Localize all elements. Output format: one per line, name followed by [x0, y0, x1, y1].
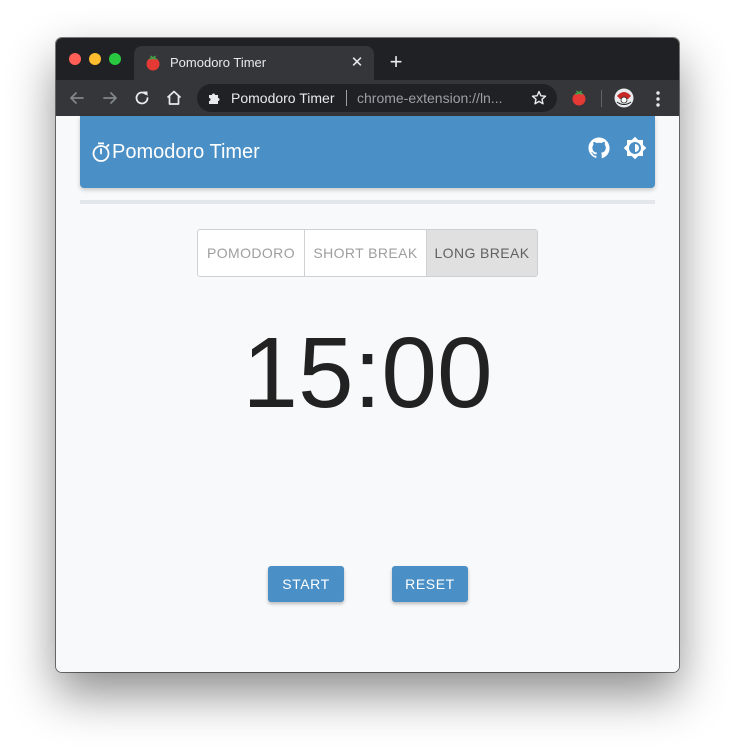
mode-long-break-button[interactable]: LONG BREAK: [426, 230, 537, 276]
avatar[interactable]: [614, 88, 634, 108]
close-tab-icon[interactable]: ✕: [348, 54, 366, 72]
home-icon[interactable]: [164, 88, 184, 108]
minimize-window-button[interactable]: [89, 53, 101, 65]
reload-icon[interactable]: [132, 88, 152, 108]
toolbar-divider: [601, 90, 602, 107]
tab-strip: Pomodoro Timer ✕ +: [56, 38, 679, 80]
reset-button[interactable]: RESET: [392, 566, 468, 602]
app-header: Pomodoro Timer: [80, 116, 655, 188]
more-options-icon[interactable]: [651, 90, 665, 108]
puzzle-icon: [209, 93, 220, 104]
progress-bar: [80, 200, 655, 204]
start-button[interactable]: START: [268, 566, 344, 602]
timer-display: 15:00: [242, 317, 493, 429]
page-title: Pomodoro Timer: [112, 141, 260, 163]
tomato-icon: [146, 55, 160, 71]
mode-selector: POMODORO SHORT BREAK LONG BREAK: [197, 229, 538, 277]
browser-window: Pomodoro Timer ✕ + Pomodoro Timer chrome…: [56, 38, 679, 672]
mode-short-break-button[interactable]: SHORT BREAK: [304, 230, 426, 276]
extension-page: Pomodoro Timer POMODORO SHORT BREAK LONG…: [56, 116, 679, 672]
brightness-icon[interactable]: [623, 136, 647, 160]
close-window-button[interactable]: [69, 53, 81, 65]
maximize-window-button[interactable]: [109, 53, 121, 65]
browser-tab[interactable]: Pomodoro Timer ✕: [134, 46, 374, 80]
extension-chip-label: Pomodoro Timer: [231, 90, 335, 106]
back-icon[interactable]: [67, 88, 87, 108]
tomato-extension-icon[interactable]: [571, 90, 587, 106]
github-icon[interactable]: [587, 136, 611, 160]
address-separator: [346, 90, 347, 106]
browser-toolbar: Pomodoro Timer chrome-extension://ln...: [56, 80, 679, 116]
tab-title: Pomodoro Timer: [170, 55, 267, 70]
url-text: chrome-extension://ln...: [357, 90, 503, 106]
address-bar[interactable]: Pomodoro Timer chrome-extension://ln...: [197, 84, 557, 112]
forward-icon[interactable]: [100, 88, 120, 108]
timer-icon: [92, 142, 110, 162]
mode-pomodoro-button[interactable]: POMODORO: [198, 230, 304, 276]
new-tab-button[interactable]: +: [384, 51, 408, 75]
bookmark-star-icon[interactable]: [531, 90, 547, 106]
